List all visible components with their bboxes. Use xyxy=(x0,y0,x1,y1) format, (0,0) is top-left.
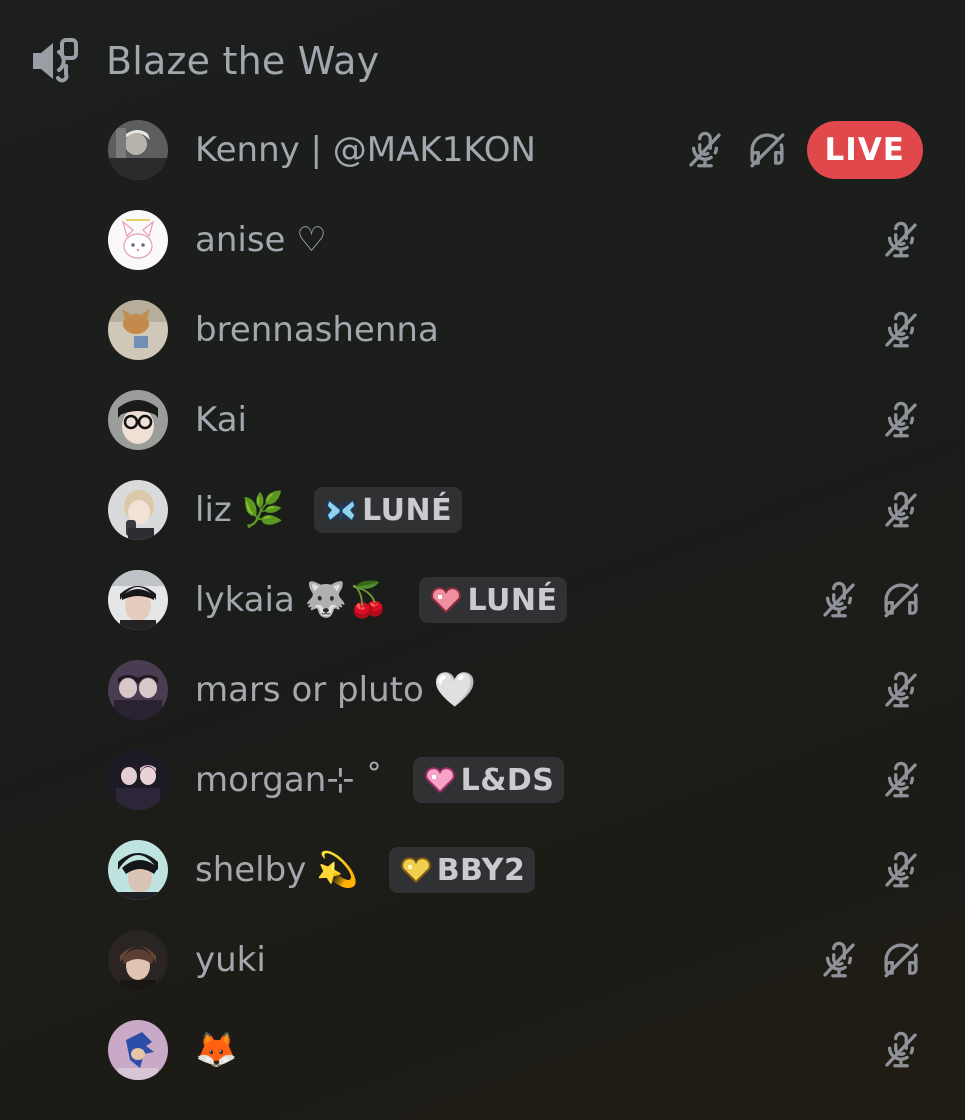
server-tag[interactable]: LUNÉ xyxy=(314,487,463,533)
member-name: Kenny | @MAK1KON xyxy=(195,130,536,170)
voice-member-row[interactable]: morgan⊹ ˚ L&DS xyxy=(108,735,923,825)
member-name: yuki xyxy=(195,940,266,980)
avatar xyxy=(108,750,168,810)
voice-member-row[interactable]: yuki xyxy=(108,915,923,1005)
avatar xyxy=(108,1020,168,1080)
microphone-muted-icon xyxy=(879,848,923,892)
avatar xyxy=(108,930,168,990)
voice-member-row[interactable]: anise ♡ xyxy=(108,195,923,285)
member-name: brennashenna xyxy=(195,310,439,350)
name-emoji: 🐺🍒 xyxy=(304,580,390,620)
voice-member-row[interactable]: liz 🌿 LUNÉ xyxy=(108,465,923,555)
avatar xyxy=(108,570,168,630)
voice-member-row[interactable]: brennashenna xyxy=(108,285,923,375)
avatar xyxy=(108,120,168,180)
avatar xyxy=(108,210,168,270)
voice-member-row[interactable]: Kai xyxy=(108,375,923,465)
name-emoji: 🦊 xyxy=(195,1030,238,1070)
live-badge[interactable]: LIVE xyxy=(806,121,923,179)
voice-channel-header[interactable]: Blaze the Way xyxy=(28,34,379,88)
avatar xyxy=(108,480,168,540)
name-emoji: 🌿 xyxy=(241,490,285,530)
channel-name: Blaze the Way xyxy=(106,39,380,83)
server-tag-label: L&DS xyxy=(460,762,555,798)
butterfly-icon xyxy=(324,495,358,525)
headphones-deafened-icon xyxy=(879,578,923,622)
server-tag-label: LUNÉ xyxy=(362,492,453,528)
server-tag[interactable]: BBY2 xyxy=(388,847,536,893)
member-name: lykaia xyxy=(195,580,295,620)
server-tag[interactable]: L&DS xyxy=(412,757,565,803)
microphone-muted-icon xyxy=(879,398,923,442)
avatar xyxy=(108,300,168,360)
gold-heart-icon xyxy=(399,855,433,885)
microphone-muted-icon xyxy=(879,488,923,532)
avatar xyxy=(108,660,168,720)
avatar xyxy=(108,390,168,450)
microphone-muted-icon xyxy=(683,128,727,172)
headphones-deafened-icon xyxy=(879,938,923,982)
microphone-muted-icon xyxy=(879,218,923,262)
voice-member-row[interactable]: 🦊 xyxy=(108,1005,923,1095)
headphones-deafened-icon xyxy=(745,128,789,172)
microphone-muted-icon xyxy=(879,308,923,352)
voice-member-list: Kenny | @MAK1KON LIVE anise ♡ brennashen… xyxy=(108,105,923,1095)
name-emoji: 🤍 xyxy=(433,670,477,710)
name-emoji: 💫 xyxy=(316,850,359,890)
server-tag-label: BBY2 xyxy=(436,852,526,888)
speaker-icon xyxy=(28,35,80,87)
server-tag[interactable]: LUNÉ xyxy=(419,577,568,623)
microphone-muted-icon xyxy=(817,938,861,982)
member-name: shelby xyxy=(195,850,307,890)
member-name: anise ♡ xyxy=(195,220,327,260)
avatar xyxy=(108,840,168,900)
pink-heart-icon xyxy=(423,765,457,795)
microphone-muted-icon xyxy=(879,1028,923,1072)
voice-member-row[interactable]: lykaia 🐺🍒 LUNÉ xyxy=(108,555,923,645)
voice-member-row[interactable]: shelby 💫 BBY2 xyxy=(108,825,923,915)
voice-member-row[interactable]: mars or pluto 🤍 xyxy=(108,645,923,735)
microphone-muted-icon xyxy=(817,578,861,622)
member-name: morgan⊹ ˚ xyxy=(195,760,383,800)
member-name: mars or pluto xyxy=(195,670,424,710)
voice-member-row[interactable]: Kenny | @MAK1KON LIVE xyxy=(108,105,923,195)
server-tag-label: LUNÉ xyxy=(467,582,558,618)
microphone-muted-icon xyxy=(879,758,923,802)
microphone-muted-icon xyxy=(879,668,923,712)
member-name: Kai xyxy=(195,400,247,440)
heart-icon xyxy=(429,585,463,615)
member-name: liz xyxy=(195,490,232,530)
